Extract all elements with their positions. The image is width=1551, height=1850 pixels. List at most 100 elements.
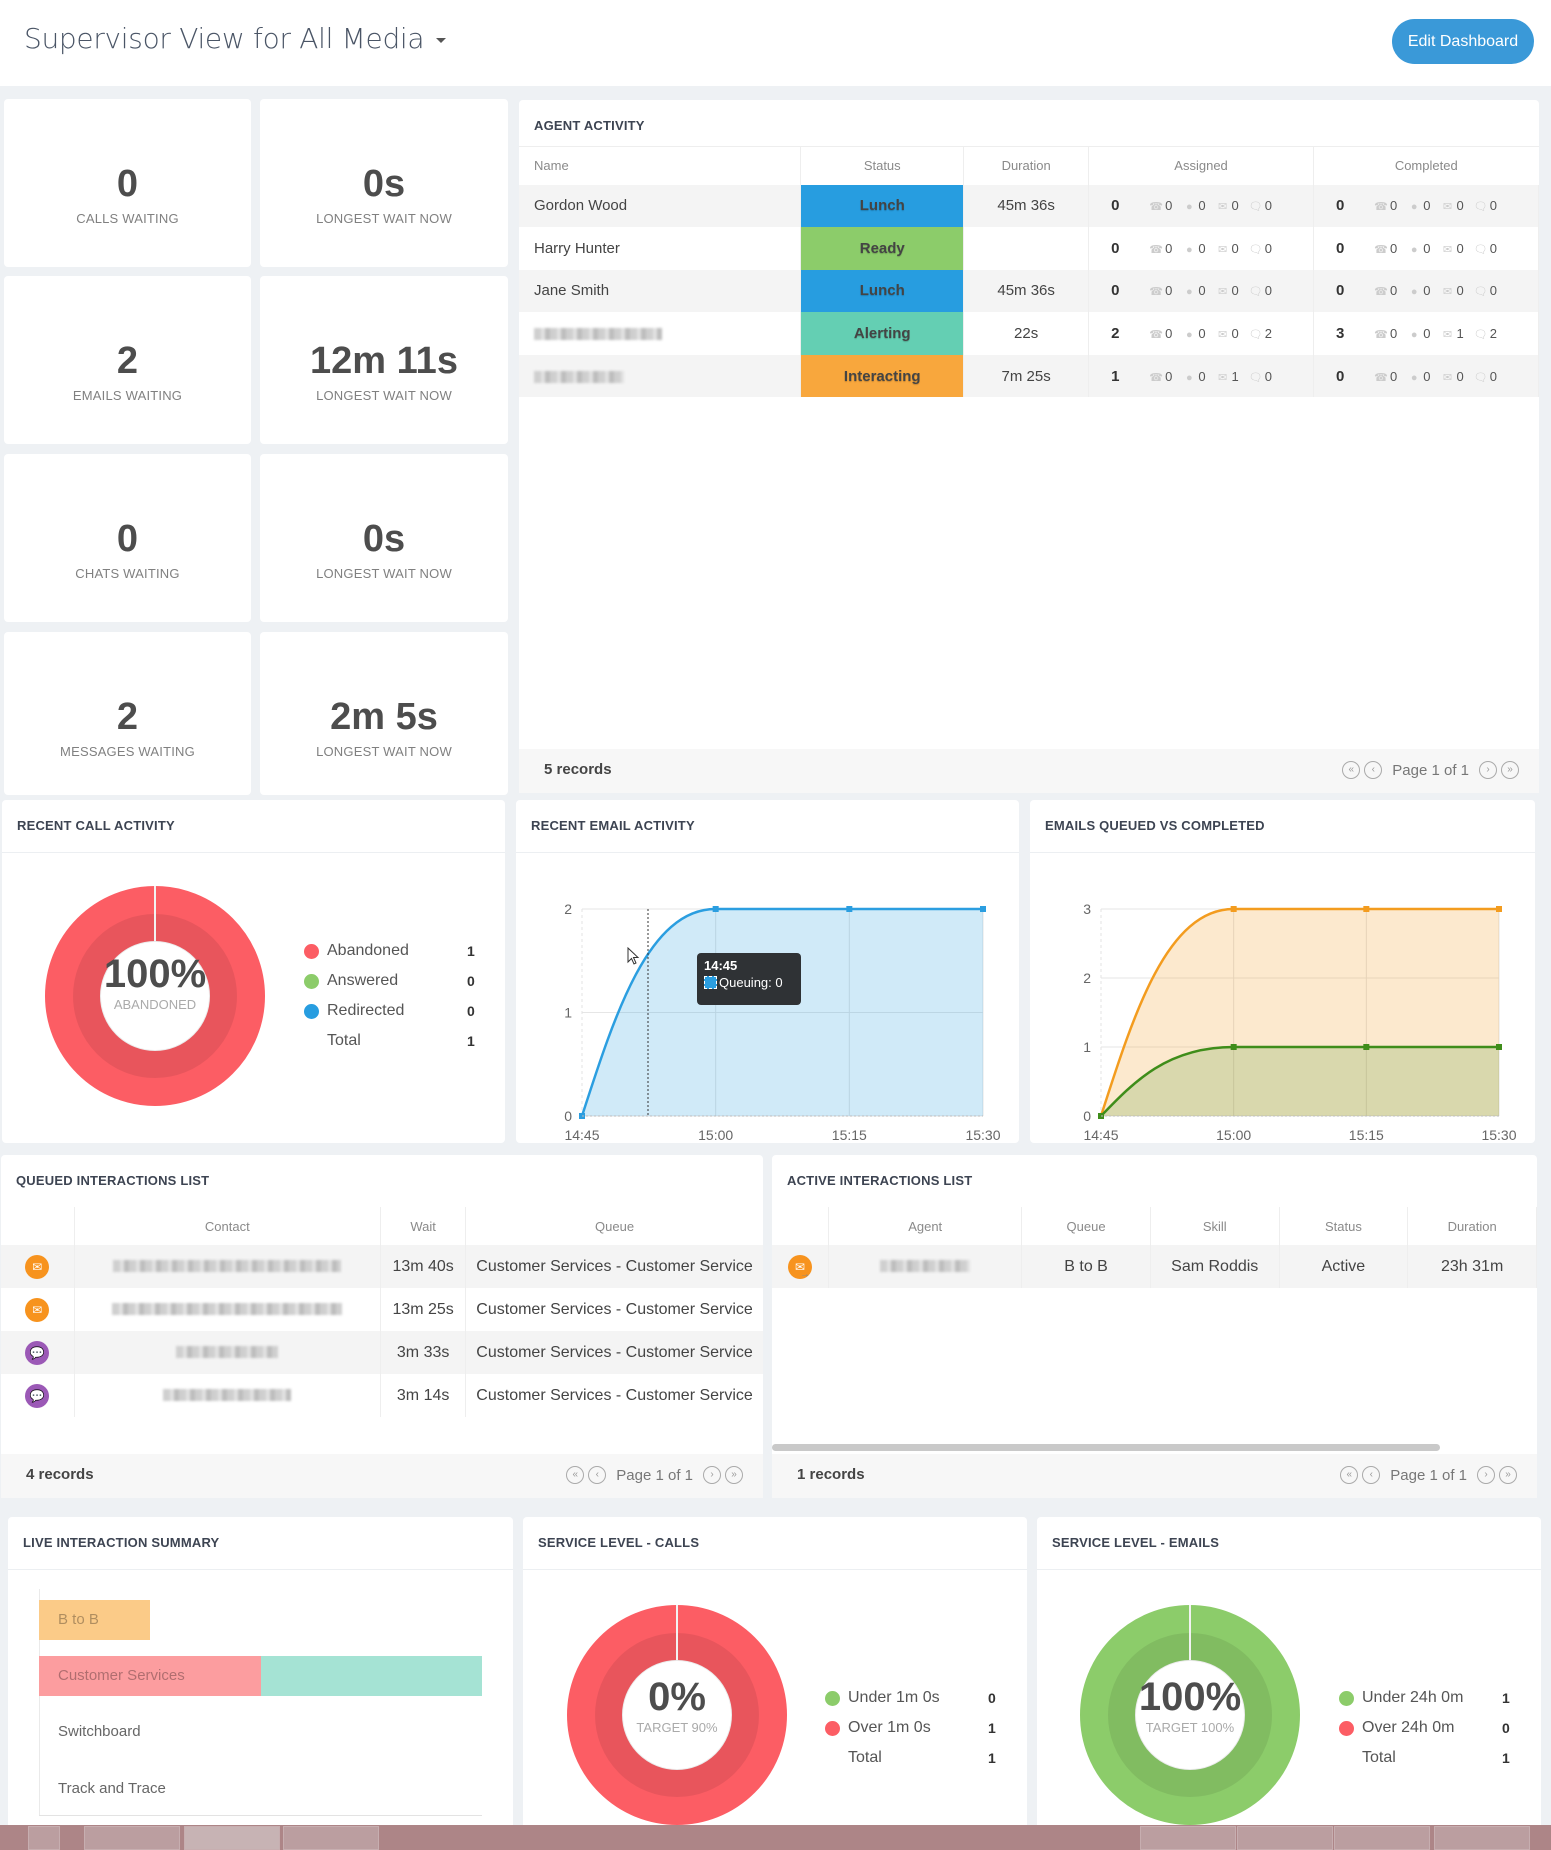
prev-page-icon[interactable]: ‹ xyxy=(588,1466,607,1484)
column-header-skill[interactable]: Skill xyxy=(1150,1207,1280,1245)
next-page-icon[interactable]: › xyxy=(703,1466,721,1484)
table-row[interactable]: ✉ 13m 25s Customer Services - Customer Ser… xyxy=(1,1288,763,1331)
edit-dashboard-button[interactable]: Edit Dashboard xyxy=(1392,19,1534,64)
series-swatch-icon xyxy=(704,976,717,989)
data-point[interactable] xyxy=(980,906,986,912)
legend-value: 0 xyxy=(988,1690,996,1706)
data-point[interactable] xyxy=(1363,1044,1370,1050)
column-header-status[interactable]: Status xyxy=(1279,1207,1409,1245)
message-icon: 💬 xyxy=(25,1340,50,1365)
column-header-agent[interactable]: Agent xyxy=(828,1207,1023,1245)
legend-item[interactable]: Under 1m 0s 0 xyxy=(825,1683,996,1713)
horizontal-scrollbar[interactable] xyxy=(772,1444,1440,1451)
first-page-icon[interactable]: « xyxy=(1340,1466,1359,1484)
data-point[interactable] xyxy=(1230,1044,1237,1050)
next-page-icon[interactable]: › xyxy=(1477,1466,1495,1484)
column-header-wait[interactable]: Wait xyxy=(380,1207,467,1245)
taskbar-item[interactable] xyxy=(184,1826,280,1850)
completed-calls-count: 0 xyxy=(1390,240,1398,256)
page-indicator: Page 1 of 1 xyxy=(1390,1466,1467,1484)
taskbar-item[interactable] xyxy=(28,1826,60,1850)
column-header-duration[interactable]: Duration xyxy=(1407,1207,1537,1245)
legend-dot-icon xyxy=(1339,1690,1354,1706)
chat-icon: ● xyxy=(1410,286,1418,299)
table-row[interactable]: Jane Smith Lunch 45m 36s 0 ☎ 0 ● 0 ✉ 0 🗨 0 0 ☎ 0 ● 0 ✉ 0 🗨 0 xyxy=(519,269,1539,313)
last-page-icon[interactable]: » xyxy=(725,1466,743,1484)
table-row[interactable]: ✉ → B to B Sam Roddis Active 23h 31m xyxy=(772,1245,1537,1288)
data-point[interactable] xyxy=(712,906,719,912)
legend-item[interactable]: Total 1 xyxy=(1339,1743,1510,1773)
legend-item[interactable]: Over 24h 0m 0 xyxy=(1339,1713,1510,1743)
tooltip-value: Queuing: 0 xyxy=(719,975,783,990)
phone-icon: ☎ xyxy=(1374,201,1388,214)
x-tick-label: 15:00 xyxy=(1216,1127,1251,1142)
legend-item[interactable]: Abandoned 1 xyxy=(304,936,475,966)
data-point[interactable] xyxy=(1363,906,1370,912)
taskbar-item[interactable] xyxy=(1140,1826,1236,1850)
page-indicator: Page 1 of 1 xyxy=(616,1466,693,1484)
dashboard-selector[interactable]: Supervisor View for All Media xyxy=(24,22,447,55)
first-page-icon[interactable]: « xyxy=(566,1466,585,1484)
column-header-duration[interactable]: Duration xyxy=(963,146,1090,185)
column-header-assigned[interactable]: Assigned xyxy=(1088,146,1315,185)
table-row[interactable]: Harry Hunter Ready 0 ☎ 0 ● 0 ✉ 0 🗨 0 0 ☎ 0 ● 0 ✉ 0 🗨 0 xyxy=(519,227,1539,270)
agent-name: Jane Smith xyxy=(519,269,802,313)
legend-item[interactable]: Under 24h 0m 1 xyxy=(1339,1683,1510,1713)
agent-activity-panel: AGENT ACTIVITY Name Status Duration Assi… xyxy=(519,100,1539,793)
assigned-emails-count: 0 xyxy=(1231,240,1239,256)
contact xyxy=(74,1245,382,1288)
first-page-icon[interactable]: « xyxy=(1342,761,1361,779)
service-level-calls-legend: Under 1m 0s 0 Over 1m 0s 1 Total 1 xyxy=(825,1683,996,1773)
assigned-emails-count: 0 xyxy=(1231,198,1239,214)
status-badge: Ready xyxy=(800,227,965,270)
prev-page-icon[interactable]: ‹ xyxy=(1362,1466,1381,1484)
phone-icon: ☎ xyxy=(1374,371,1388,384)
last-page-icon[interactable]: » xyxy=(1501,761,1519,779)
taskbar-item[interactable] xyxy=(84,1826,180,1850)
bar-segment[interactable] xyxy=(260,1656,482,1696)
contact xyxy=(74,1374,382,1417)
data-point[interactable] xyxy=(1496,906,1502,912)
column-header-queue[interactable]: Queue xyxy=(466,1207,763,1245)
taskbar-item[interactable] xyxy=(1434,1826,1530,1850)
column-header-queue[interactable]: Queue xyxy=(1021,1207,1151,1245)
taskbar-item[interactable] xyxy=(283,1826,379,1850)
column-header-status[interactable]: Status xyxy=(800,146,965,185)
legend-item[interactable]: Over 1m 0s 1 xyxy=(825,1713,996,1743)
kpi-tile: 0 CHATS WAITING xyxy=(4,454,251,622)
legend-item[interactable]: Answered 0 xyxy=(304,966,475,996)
data-point[interactable] xyxy=(1230,906,1237,912)
y-tick-label: 0 xyxy=(564,1108,572,1124)
table-row[interactable]: Gordon Wood Lunch 45m 36s 0 ☎ 0 ● 0 ✉ 0 🗨 0 0 ☎ 0 ● 0 ✉ 0 🗨… xyxy=(519,184,1539,228)
table-row[interactable]: Interacting 7m 25s 1 ☎ 0 ● 0 ✉ 1 🗨 0 0 ☎ 0 ● 0 ✉ 0 🗨 0 xyxy=(519,354,1539,398)
table-row[interactable]: 💬 3m 33s Customer Services - Customer Serv… xyxy=(1,1331,763,1374)
emails-queued-vs-completed-panel: EMAILS QUEUED VS COMPLETED 0 1 2 3 14:45 15:0… xyxy=(1030,800,1535,1143)
email-icon: ✉ xyxy=(1442,243,1453,256)
legend-item[interactable]: Total 1 xyxy=(304,1026,475,1056)
legend-dot-icon xyxy=(825,1751,840,1766)
panel-title: LIVE INTERACTION SUMMARY xyxy=(23,1535,220,1550)
email-icon: ✉ xyxy=(1217,201,1228,214)
data-point[interactable] xyxy=(846,906,853,912)
email-icon: ✉ xyxy=(1442,329,1453,342)
duration: 45m 36s xyxy=(963,184,1090,228)
queue: Customer Services - Customer Service xyxy=(476,1300,753,1318)
taskbar-item[interactable] xyxy=(1334,1826,1430,1850)
table-row[interactable]: ✉ 13m 40s Customer Services - Customer Ser… xyxy=(1,1245,763,1288)
column-header-name[interactable]: Name xyxy=(519,146,802,185)
taskbar-item[interactable] xyxy=(1237,1826,1333,1850)
emails-queued-vs-completed-chart: 0 1 2 3 14:45 15:00 15:15 15:30 xyxy=(1083,901,1517,1142)
column-header-completed[interactable]: Completed xyxy=(1313,146,1539,185)
next-page-icon[interactable]: › xyxy=(1479,761,1497,779)
data-point[interactable] xyxy=(1496,1044,1502,1050)
prev-page-icon[interactable]: ‹ xyxy=(1364,761,1383,779)
column-header-contact[interactable]: Contact xyxy=(74,1207,382,1245)
legend-item[interactable]: Redirected 0 xyxy=(304,996,475,1026)
email-icon: ✉ xyxy=(1442,286,1453,299)
table-row[interactable]: Alerting 22s 2 ☎ 0 ● 0 ✉ 0 🗨 2 3 ☎ 0 ● 0 ✉ 1 🗨 2 xyxy=(519,312,1539,355)
last-page-icon[interactable]: » xyxy=(1499,1466,1517,1484)
redacted-contact xyxy=(163,1389,292,1402)
chat-icon: ● xyxy=(1410,329,1418,342)
legend-item[interactable]: Total 1 xyxy=(825,1743,996,1773)
table-row[interactable]: 💬 3m 14s Customer Services - Customer Serv… xyxy=(1,1374,763,1417)
